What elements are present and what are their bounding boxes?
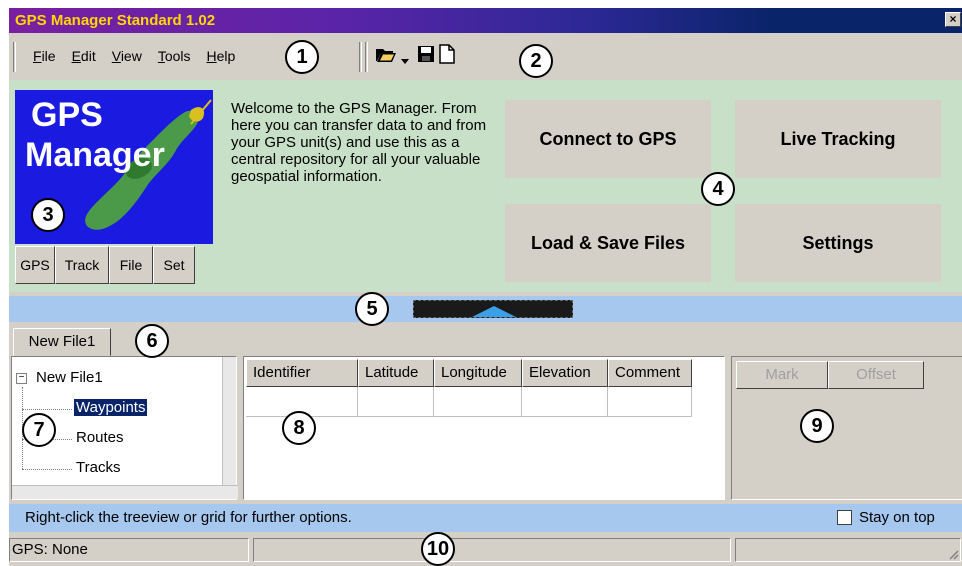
menu-bar: File Edit View Tools Help — [25, 48, 243, 64]
close-button[interactable]: × — [945, 12, 961, 27]
callout-3: 3 — [31, 198, 65, 232]
quick-settings-button[interactable]: Set — [153, 246, 195, 284]
window-title: GPS Manager Standard 1.02 — [15, 12, 216, 29]
panel-splitter[interactable]: 5 — [9, 292, 962, 326]
logo-line-2: Manager — [25, 136, 165, 174]
live-tracking-button[interactable]: Live Tracking — [735, 100, 941, 178]
callout-4: 4 — [701, 172, 735, 206]
tree-node-tracks[interactable]: Tracks — [76, 459, 120, 476]
tab-strip: New File1 6 — [9, 324, 962, 358]
hint-bar: Right-click the treeview or grid for fur… — [9, 504, 962, 532]
grid-header-longitude[interactable]: Longitude — [434, 359, 522, 387]
settings-button[interactable]: Settings — [735, 204, 941, 282]
offset-button[interactable]: Offset — [828, 361, 924, 389]
mark-button[interactable]: Mark — [736, 361, 828, 389]
callout-5: 5 — [355, 292, 389, 326]
stay-on-top-label[interactable]: Stay on top — [859, 504, 935, 532]
callout-2: 2 — [519, 44, 553, 78]
grid-header-latitude[interactable]: Latitude — [358, 359, 434, 387]
status-panel-2 — [253, 538, 731, 562]
grid-cell[interactable] — [522, 387, 608, 417]
menu-toolbar-row: File Edit View Tools Help 1 2 — [9, 36, 962, 78]
load-save-files-button[interactable]: Load & Save Files — [505, 204, 711, 282]
toolbar-grip-1[interactable] — [359, 42, 362, 72]
callout-1: 1 — [285, 40, 319, 74]
tree-collapse-icon[interactable]: − — [16, 373, 27, 384]
callout-9: 9 — [800, 409, 834, 443]
tree-node-waypoints[interactable]: Waypoints — [74, 399, 148, 416]
status-gps: GPS: None — [9, 538, 249, 562]
callout-8: 8 — [282, 411, 316, 445]
dropdown-arrow-icon[interactable] — [401, 49, 409, 70]
logo-line-1: GPS — [31, 96, 103, 134]
menu-file[interactable]: File — [25, 48, 64, 64]
tree-node-routes[interactable]: Routes — [76, 429, 124, 446]
welcome-panel: GPS Manager 3 GPS Track File Set Welcome… — [9, 80, 962, 292]
grid-cell[interactable] — [608, 387, 692, 417]
treeview[interactable]: − New File1 Waypoints Routes Tracks 7 — [11, 356, 238, 500]
grid-header-identifier[interactable]: Identifier — [246, 359, 358, 387]
callout-6: 6 — [135, 324, 169, 358]
menu-tools[interactable]: Tools — [150, 48, 199, 64]
toolbar-grip-2[interactable] — [365, 42, 368, 72]
status-bar: GPS: None 10 — [9, 532, 962, 566]
grid-header-comment[interactable]: Comment — [608, 359, 692, 387]
tree-horizontal-scrollbar[interactable] — [12, 485, 238, 499]
waypoint-grid[interactable]: Identifier Latitude Longitude Elevation … — [243, 356, 725, 500]
main-window: GPS Manager Standard 1.02 × File Edit Vi… — [8, 8, 962, 566]
welcome-text: Welcome to the GPS Manager. From here yo… — [231, 100, 487, 185]
quick-gps-button[interactable]: GPS — [15, 246, 55, 284]
stay-on-top-checkbox[interactable] — [837, 510, 852, 525]
gps-manager-logo: GPS Manager 3 — [15, 90, 213, 244]
tree-guide-line — [22, 409, 72, 410]
tab-new-file1[interactable]: New File1 — [13, 328, 111, 356]
collapse-handle[interactable] — [413, 300, 573, 318]
tree-guide-line — [22, 469, 72, 470]
folder-open-icon[interactable] — [375, 44, 397, 69]
callout-7: 7 — [22, 413, 56, 447]
grid-cell[interactable] — [358, 387, 434, 417]
title-bar[interactable]: GPS Manager Standard 1.02 × — [9, 8, 962, 33]
collapse-arrow-icon — [472, 306, 516, 317]
grid-header-elevation[interactable]: Elevation — [522, 359, 608, 387]
connect-gps-button[interactable]: Connect to GPS — [505, 100, 711, 178]
resize-grip-icon[interactable] — [947, 548, 959, 560]
tree-vertical-scrollbar[interactable] — [222, 357, 236, 485]
callout-10: 10 — [421, 532, 455, 566]
menu-view[interactable]: View — [104, 48, 150, 64]
floppy-disk-icon[interactable] — [417, 45, 435, 68]
new-document-icon[interactable] — [439, 44, 455, 69]
menu-edit[interactable]: Edit — [64, 48, 104, 64]
status-panel-3 — [735, 538, 961, 562]
hint-text: Right-click the treeview or grid for fur… — [25, 509, 352, 526]
quick-file-button[interactable]: File — [109, 246, 153, 284]
menu-help[interactable]: Help — [199, 48, 244, 64]
menubar-grip[interactable] — [13, 42, 16, 72]
quick-track-button[interactable]: Track — [55, 246, 109, 284]
grid-cell[interactable] — [434, 387, 522, 417]
detail-panel: Mark Offset 9 — [731, 356, 962, 500]
tree-root-node[interactable]: New File1 — [36, 369, 103, 386]
quick-buttons: GPS Track File Set — [15, 246, 195, 284]
